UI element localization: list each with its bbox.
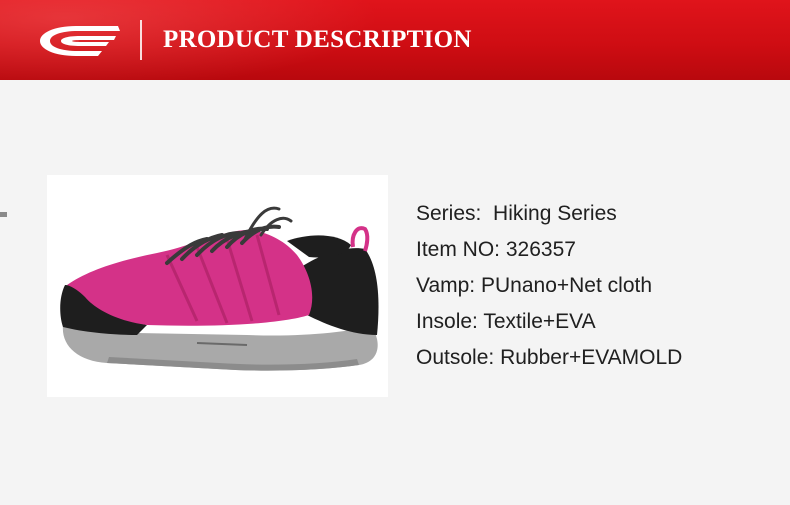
spec-insole: Insole: Textile+EVA [416,308,776,344]
header-banner: PRODUCT DESCRIPTION [0,0,790,80]
spec-outsole-value: Rubber+EVAMOLD [500,346,683,369]
brand-swoosh-logo-icon [40,26,120,56]
spec-vamp-label: Vamp: [416,274,476,297]
spec-insole-label: Insole: [416,310,478,333]
hiking-shoe-image-icon [60,206,379,371]
spec-item-no-value: 326357 [505,238,576,261]
spec-vamp-value: PUnano+Net cloth [480,274,653,297]
spec-outsole-label: Outsole: [416,346,495,369]
spec-item-no: Item NO: 326357 [416,236,776,272]
spec-list: Series: Hiking Series Item NO: 326357 Va… [416,200,776,380]
spec-insole-value: Textile+EVA [483,310,596,333]
spec-series-value: Hiking Series [493,202,617,225]
spec-series: Series: Hiking Series [416,200,776,236]
spec-item-no-label: Item NO: [416,238,501,261]
spec-outsole: Outsole: Rubber+EVAMOLD [416,344,776,380]
product-photo [47,175,388,397]
header-divider [140,20,142,60]
spec-vamp: Vamp: PUnano+Net cloth [416,272,776,308]
side-marker [0,212,7,217]
page-title: PRODUCT DESCRIPTION [163,26,472,53]
spec-series-label: Series: [416,202,482,225]
